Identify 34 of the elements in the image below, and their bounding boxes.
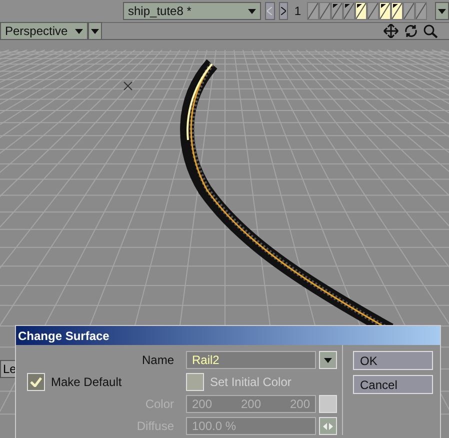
next-button[interactable] [278, 2, 288, 20]
ok-button[interactable]: OK [353, 351, 433, 370]
make-default-label: Make Default [51, 375, 122, 389]
options-dropdown[interactable] [88, 22, 102, 40]
caret-icon [324, 358, 332, 362]
move-icon[interactable] [383, 24, 399, 38]
key-cell[interactable] [367, 2, 379, 20]
spinner-icon [323, 422, 333, 430]
key-cell[interactable] [379, 2, 391, 20]
search-icon[interactable] [423, 24, 439, 38]
name-field[interactable]: Rail2 [186, 351, 316, 369]
key-cell[interactable] [391, 2, 403, 20]
caret-icon [438, 8, 446, 14]
key-cell[interactable] [355, 2, 367, 20]
previous-button[interactable] [264, 2, 275, 20]
key-cell[interactable] [307, 2, 319, 20]
cancel-button[interactable]: Cancel [353, 375, 433, 394]
dialog-title: Change Surface [16, 326, 440, 345]
make-default-checkbox[interactable] [27, 373, 45, 391]
key-cell[interactable] [415, 2, 427, 20]
rotate-icon[interactable] [403, 24, 419, 38]
name-dropdown[interactable] [319, 351, 337, 369]
key-cell[interactable] [343, 2, 355, 20]
key-cell[interactable] [331, 2, 343, 20]
key-cell[interactable] [403, 2, 415, 20]
view-dropdown[interactable]: Perspective [0, 22, 88, 40]
caret-icon [248, 8, 256, 14]
frame-number: 1 [294, 4, 301, 18]
name-label: Name [140, 353, 175, 367]
scene-dropdown[interactable]: ship_tute8 * [123, 2, 261, 20]
set-initial-color-label: Set Initial Color [210, 375, 292, 389]
menu-dropdown[interactable] [435, 2, 449, 20]
color-swatch[interactable] [319, 395, 337, 413]
key-cell[interactable] [319, 2, 331, 20]
